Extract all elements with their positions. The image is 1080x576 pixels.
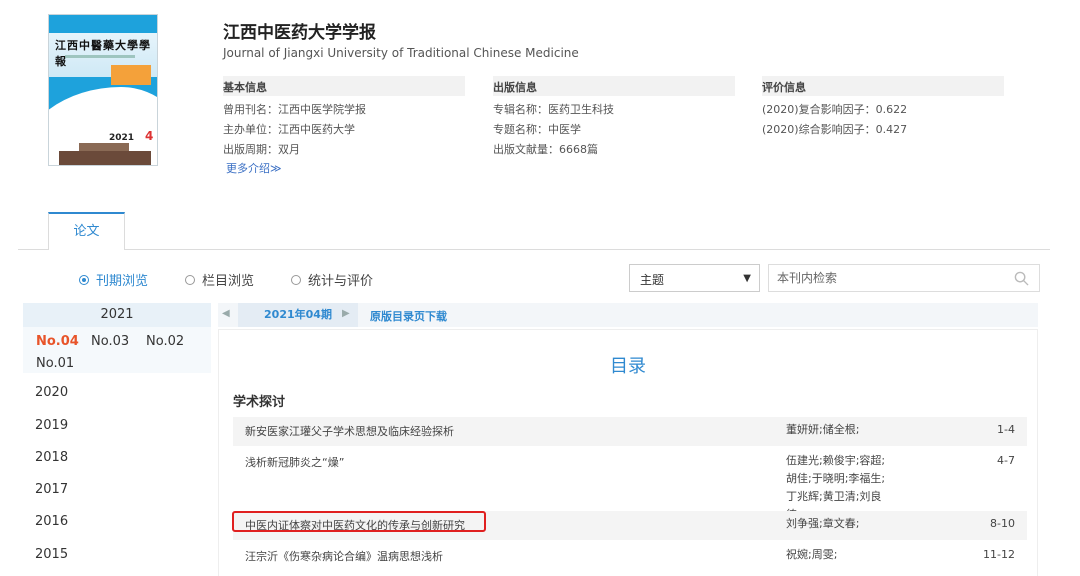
issue-link[interactable]: No.01: [36, 354, 91, 376]
journal-english-title: Journal of Jiangxi University of Traditi…: [223, 46, 579, 60]
radio-label: 刊期浏览: [96, 274, 149, 289]
basic-info-row: 曾用刊名：江西中医学院学报: [223, 103, 366, 116]
cover-issue-number: 4: [145, 129, 154, 143]
article-title-link[interactable]: 汪宗沂《伤寒杂病论合编》温病思想浅析: [245, 548, 443, 564]
article-pages: 1-4: [997, 423, 1015, 436]
journal-search-box: [768, 264, 1040, 292]
publish-info-row: 专题名称：中医学: [493, 123, 581, 136]
year-item[interactable]: 2020: [35, 385, 68, 400]
journal-cover-image: 江西中醫藥大學學報 2021 4: [48, 14, 158, 166]
next-issue-icon[interactable]: ▶: [342, 308, 350, 319]
evaluation-info-row: (2020)综合影响因子：0.427: [762, 123, 908, 136]
evaluation-info: 评价信息 (2020)复合影响因子：0.622 (2020)综合影响因子：0.4…: [762, 76, 1004, 136]
download-toc-link[interactable]: 原版目录页下载: [370, 308, 447, 324]
article-title-link[interactable]: 浅析新冠肺炎之“燥”: [245, 454, 344, 470]
radio-column-browse[interactable]: 栏目浏览: [185, 270, 254, 289]
article-pages: 4-7: [997, 454, 1015, 467]
evaluation-info-row: (2020)复合影响因子：0.622: [762, 103, 908, 116]
publish-info-row: 专辑名称：医药卫生科技: [493, 103, 614, 116]
article-authors[interactable]: 董妍妍;储全根;: [786, 421, 896, 439]
radio-unchecked-icon: [185, 274, 195, 285]
article-row: 汪宗沂《伤寒杂病论合编》温病思想浅析 祝婉;周雯; 11-12: [233, 542, 1027, 572]
article-pages: 11-12: [983, 548, 1015, 561]
section-title: 学术探讨: [233, 395, 286, 410]
issue-navigation-bar: ◀ 2021年04期 ▶ 原版目录页下载: [218, 303, 1038, 327]
article-row: 浅析新冠肺炎之“燥” 伍建光;赖俊宇;容超;胡佳;于晓明;李福生;丁兆辉;黄卫清…: [233, 448, 1027, 521]
article-row: 中医内证体察对中医药文化的传承与创新研究 刘争强;章文春; 8-10: [233, 511, 1027, 540]
radio-stats-evaluation[interactable]: 统计与评价: [291, 270, 373, 289]
current-issue-label: 2021年04期: [238, 303, 358, 327]
tab-divider: [18, 249, 1050, 250]
article-title-link[interactable]: 中医内证体察对中医药文化的传承与创新研究: [245, 517, 465, 533]
issue-link[interactable]: No.04: [36, 332, 91, 354]
issue-link[interactable]: No.03: [91, 332, 146, 354]
more-intro-link[interactable]: 更多介绍≫: [223, 160, 465, 176]
publish-info-row: 出版文献量：6668篇: [493, 143, 598, 156]
radio-unchecked-icon: [291, 274, 301, 285]
radio-issue-browse[interactable]: 刊期浏览: [79, 270, 148, 289]
year-item[interactable]: 2017: [35, 482, 68, 497]
search-icon[interactable]: [1014, 271, 1029, 286]
basic-info-heading: 基本信息: [223, 76, 465, 96]
radio-label: 统计与评价: [308, 274, 374, 289]
publish-info: 出版信息 专辑名称：医药卫生科技 专题名称：中医学 出版文献量：6668篇: [493, 76, 735, 156]
year-header[interactable]: 2021: [23, 303, 211, 327]
dropdown-arrow-icon: ▼: [743, 273, 751, 284]
select-value: 主题: [640, 273, 665, 287]
basic-info-row: 主办单位：江西中医药大学: [223, 123, 355, 136]
evaluation-info-heading: 评价信息: [762, 76, 1004, 96]
article-row: 新安医家江瓘父子学术思想及临床经验探析 董妍妍;储全根; 1-4: [233, 417, 1027, 446]
cover-subline: [65, 55, 135, 58]
year-item[interactable]: 2019: [35, 418, 68, 433]
prev-issue-icon[interactable]: ◀: [222, 308, 230, 319]
article-title-link[interactable]: 新安医家江瓘父子学术思想及临床经验探析: [245, 423, 454, 439]
radio-label: 栏目浏览: [202, 274, 255, 289]
cover-building: [59, 143, 151, 165]
toc-title: 目录: [610, 356, 646, 377]
year-item[interactable]: 2016: [35, 514, 68, 529]
basic-info: 基本信息 曾用刊名：江西中医学院学报 主办单位：江西中医药大学 出版周期：双月 …: [223, 76, 465, 176]
issue-list: No.04 No.03 No.02 No.01: [23, 327, 211, 376]
search-input[interactable]: [769, 265, 999, 291]
table-of-contents: 目录 学术探讨 新安医家江瓘父子学术思想及临床经验探析 董妍妍;储全根; 1-4…: [218, 329, 1038, 576]
issue-link[interactable]: No.02: [146, 332, 201, 354]
publish-info-heading: 出版信息: [493, 76, 735, 96]
article-authors[interactable]: 刘争强;章文春;: [786, 515, 896, 533]
cover-year: 2021: [109, 133, 135, 143]
radio-checked-icon: [79, 274, 89, 285]
cover-orange-block: [111, 65, 151, 85]
search-field-select[interactable]: 主题 ▼: [629, 264, 760, 292]
year-item[interactable]: 2015: [35, 547, 68, 562]
year-2021-panel: 2021 No.04 No.03 No.02 No.01: [23, 303, 211, 373]
tab-papers[interactable]: 论文: [48, 212, 125, 250]
article-authors[interactable]: 祝婉;周雯;: [786, 546, 896, 564]
basic-info-row: 出版周期：双月: [223, 143, 300, 156]
journal-title: 江西中医药大学学报: [223, 23, 376, 43]
article-pages: 8-10: [990, 517, 1015, 530]
year-item[interactable]: 2018: [35, 450, 68, 465]
